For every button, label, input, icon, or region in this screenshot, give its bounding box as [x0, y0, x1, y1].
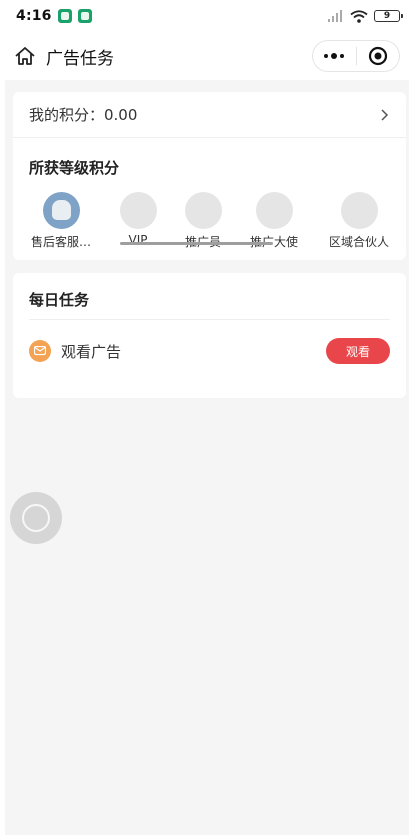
- more-dots-icon: [324, 53, 345, 59]
- battery-level: 9: [383, 11, 391, 21]
- level-item[interactable]: 区域合伙人: [323, 192, 395, 250]
- more-button[interactable]: [313, 41, 356, 71]
- target-circle-icon: [368, 46, 387, 66]
- chevron-right-icon: [381, 108, 389, 121]
- level-avatar: [42, 192, 80, 229]
- floating-assist-button[interactable]: [10, 492, 62, 544]
- home-icon[interactable]: [14, 45, 36, 67]
- status-bar: 4:16 9: [0, 0, 414, 32]
- status-time: 4:16: [16, 8, 52, 24]
- nav-bar: 广告任务: [0, 32, 414, 80]
- task-row: 观看广告 观看: [13, 320, 406, 382]
- floating-circle-icon: [22, 504, 50, 532]
- levels-title: 所获等级积分: [29, 159, 120, 177]
- watch-ad-button[interactable]: 观看: [326, 338, 390, 364]
- level-label: 区域合伙人: [328, 235, 389, 249]
- shield-app-icon: [57, 9, 72, 23]
- level-item[interactable]: VIP: [102, 192, 174, 247]
- message-icon: [29, 340, 51, 362]
- shield-app-icon: [77, 9, 92, 23]
- mini-program-capsule: [312, 40, 400, 72]
- level-item[interactable]: 售后客服…: [25, 192, 97, 250]
- wifi-icon: [350, 9, 368, 23]
- my-points-label: 我的积分：0.00: [29, 106, 138, 124]
- page-title: 广告任务: [46, 48, 114, 69]
- level-avatar: [184, 192, 222, 229]
- level-label: 售后客服…: [30, 235, 91, 249]
- level-avatar: [119, 192, 157, 229]
- horizontal-scroll-indicator[interactable]: [120, 242, 273, 245]
- task-label: 观看广告: [61, 342, 122, 361]
- signal-icon: [328, 10, 342, 22]
- level-avatar: [255, 192, 293, 229]
- close-button[interactable]: [357, 41, 400, 71]
- status-indicators: 9: [328, 9, 403, 23]
- points-card: 我的积分：0.00 所获等级积分 售后客服… VIP 推广员 推广大使 区域合伙…: [13, 92, 406, 260]
- daily-task-title: 每日任务: [29, 273, 390, 320]
- my-points-row[interactable]: 我的积分：0.00: [13, 92, 406, 138]
- battery-icon: 9: [374, 10, 403, 22]
- daily-task-card: 每日任务 观看广告 观看: [13, 273, 406, 398]
- level-avatar: [340, 192, 378, 229]
